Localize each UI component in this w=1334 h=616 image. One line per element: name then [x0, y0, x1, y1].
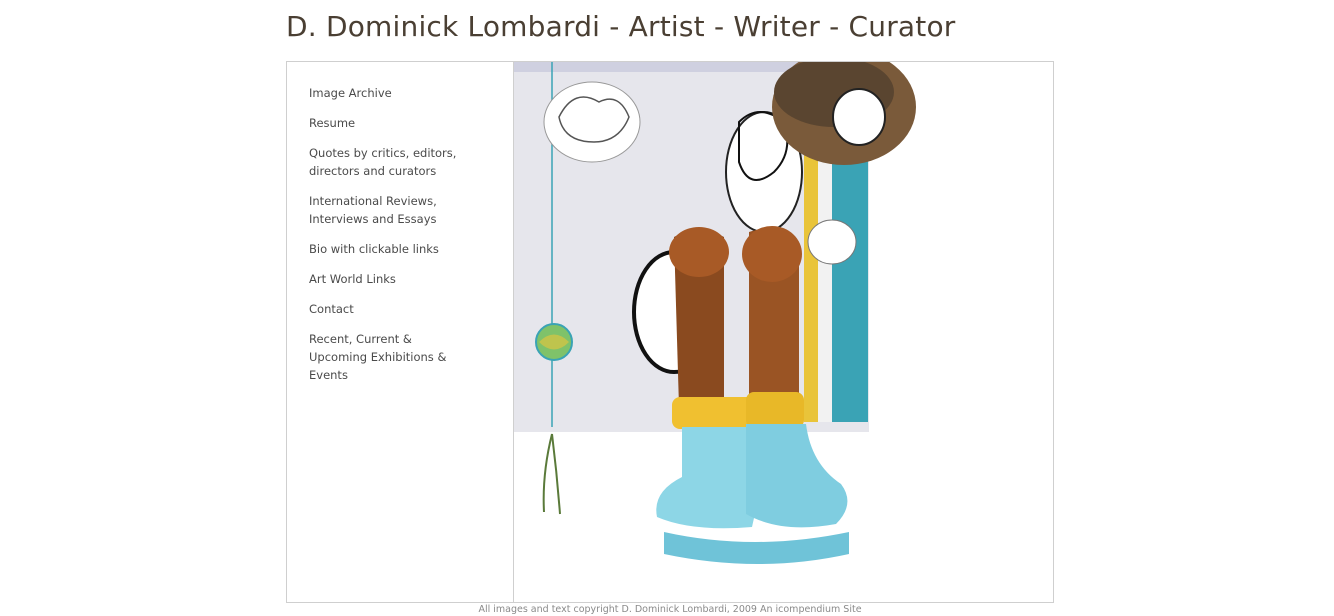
nav-list-item: Resume [309, 114, 459, 132]
nav-bio[interactable]: Bio with clickable links [309, 240, 459, 258]
left-sock [672, 397, 756, 429]
nav-list-item: Image Archive [309, 84, 459, 102]
nav-exhibitions[interactable]: Recent, Current & Upcoming Exhibitions &… [309, 330, 459, 384]
shoe-base [664, 532, 849, 564]
nav-list-item: Contact [309, 300, 459, 318]
nav-reviews[interactable]: International Reviews, Interviews and Es… [309, 192, 459, 228]
artwork-image[interactable] [514, 62, 1053, 602]
nav-list-item: International Reviews, Interviews and Es… [309, 192, 459, 228]
left-shoe [656, 427, 759, 529]
nav-resume[interactable]: Resume [309, 114, 459, 132]
nav-contact[interactable]: Contact [309, 300, 459, 318]
teal-stripe-wide [832, 142, 868, 422]
right-sock [746, 392, 804, 428]
white-stripe [818, 142, 832, 422]
right-shoe [746, 424, 848, 528]
nav-art-world-links[interactable]: Art World Links [309, 270, 459, 288]
sidebar: Image Archive Resume Quotes by critics, … [287, 62, 514, 602]
nav-image-archive[interactable]: Image Archive [309, 84, 459, 102]
yellow-stripe-wide [804, 152, 818, 422]
nav-menu: Image Archive Resume Quotes by critics, … [309, 84, 459, 396]
nav-list-item: Recent, Current & Upcoming Exhibitions &… [309, 330, 459, 384]
content-frame: Image Archive Resume Quotes by critics, … [286, 61, 1054, 603]
doodle-sticker-1 [543, 81, 641, 163]
nav-quotes[interactable]: Quotes by critics, editors, directors an… [309, 144, 459, 180]
hanging-string [542, 433, 553, 513]
footer-copyright: All images and text copyright D. Dominic… [478, 604, 862, 615]
artwork-illustration [514, 62, 916, 564]
nav-list-item: Bio with clickable links [309, 240, 459, 258]
nav-list-item: Art World Links [309, 270, 459, 288]
nav-list-item: Quotes by critics, editors, directors an… [309, 144, 459, 180]
doodle-sticker-3 [807, 219, 857, 265]
site-title: D. Dominick Lombardi - Artist - Writer -… [286, 10, 956, 43]
